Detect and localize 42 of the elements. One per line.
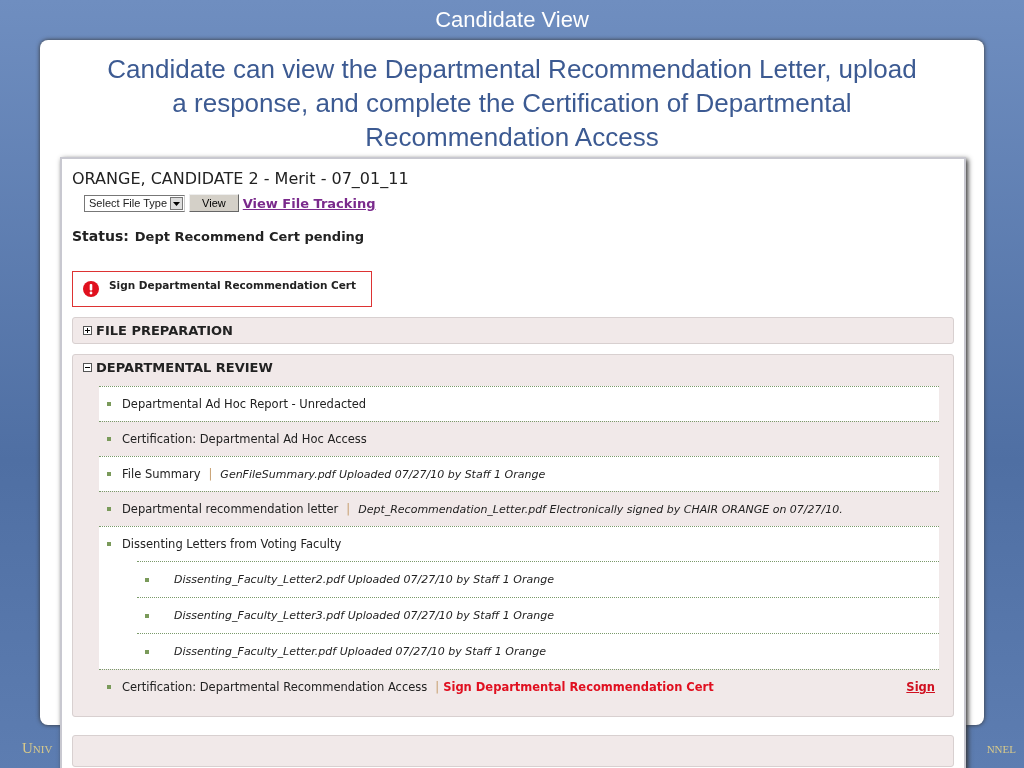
bullet-icon — [145, 577, 149, 582]
status-label: Status: — [72, 228, 129, 244]
item-label: Departmental Ad Hoc Report - Unredacted — [122, 397, 367, 411]
alert-icon — [83, 281, 99, 297]
bullet-icon — [107, 542, 111, 546]
separator-text: | — [435, 680, 440, 694]
expand-icon[interactable] — [83, 326, 92, 335]
file-detail: Dissenting_Faculty_Letter3.pdf Uploaded 07/27/10 by Staff 1 Orange — [174, 609, 554, 622]
separator-text: | — [208, 467, 213, 481]
section-title[interactable]: DEPARTMENTAL REVIEW — [96, 360, 273, 375]
bullet-icon — [107, 402, 111, 406]
action-text: Sign Departmental Recommendation Cert — [443, 680, 714, 694]
bullet-icon — [107, 507, 111, 511]
status-value: Dept Recommend Cert pending — [134, 229, 365, 244]
item-label: Dissenting Letters from Voting Faculty — [122, 537, 342, 551]
item-label: Certification: Departmental Recommendation Access — [122, 680, 428, 694]
item-label: File Summary — [122, 467, 201, 481]
file-type-dropdown[interactable]: Select File Type — [84, 194, 186, 212]
alert-text: Sign Departmental Recommendation Cert — [109, 279, 357, 291]
file-detail: Dissenting_Faculty_Letter.pdf Uploaded 07/27/10 by Staff 1 Orange — [174, 645, 546, 658]
footer-text: nnel — [986, 740, 1016, 757]
view-file-tracking-link[interactable]: View File Tracking — [242, 195, 376, 211]
separator-text: | — [346, 502, 351, 516]
candidate-title: ORANGE, CANDIDATE 2 - Merit - 07_01_11 — [72, 169, 410, 188]
item-label: Certification: Departmental Ad Hoc Access — [122, 432, 367, 446]
footer-text: Univ — [22, 740, 53, 757]
slide-heading: Candidate can view the Departmental Recommendation Letter, upload a response, and complete the Certification of Departmental Recommendation Access — [106, 53, 918, 154]
bullet-icon — [145, 613, 149, 618]
view-button[interactable]: View — [189, 194, 239, 212]
file-detail: Dept_Recommendation_Letter.pdf Electronically signed by CHAIR ORANGE on 07/27/10. — [358, 502, 843, 516]
item-label: Departmental recommendation letter — [122, 502, 339, 516]
section-title[interactable]: FILE PREPARATION — [96, 323, 233, 338]
bullet-icon — [107, 685, 111, 689]
sign-link[interactable]: Sign — [906, 680, 935, 694]
file-detail: GenFileSummary.pdf Uploaded 07/27/10 by Staff 1 Orange — [220, 467, 546, 481]
bullet-icon — [107, 472, 111, 476]
bullet-icon — [145, 649, 149, 654]
collapse-icon[interactable] — [83, 363, 92, 372]
bullet-icon — [107, 437, 111, 441]
caret-icon — [170, 196, 184, 210]
file-detail: Dissenting_Faculty_Letter2.pdf Uploaded 07/27/10 by Staff 1 Orange — [174, 573, 554, 586]
slide-title: Candidate View — [434, 7, 590, 33]
